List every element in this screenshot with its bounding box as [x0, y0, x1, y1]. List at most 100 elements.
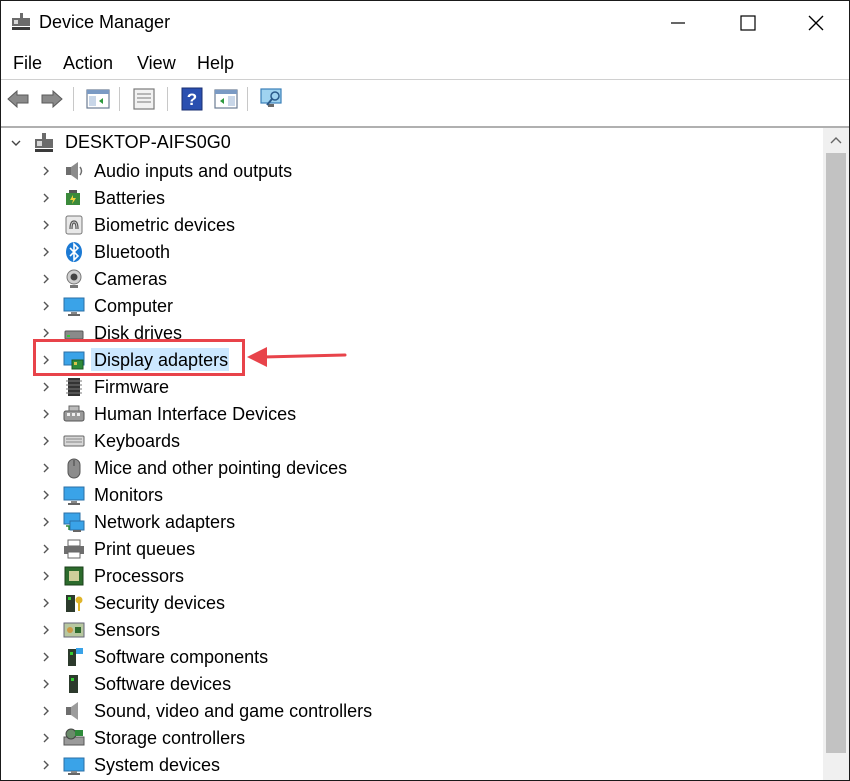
- action-pane-button[interactable]: [213, 86, 239, 112]
- show-hide-console-tree-button[interactable]: [85, 86, 111, 112]
- bluetooth-icon: [66, 242, 82, 262]
- tree-category-label[interactable]: Software devices: [94, 674, 231, 695]
- expand-chevron[interactable]: [39, 488, 53, 502]
- system-device-icon: [63, 757, 85, 775]
- tree-category-label[interactable]: Human Interface Devices: [94, 404, 296, 425]
- chevron-right-icon: [43, 382, 49, 392]
- expand-chevron[interactable]: [39, 596, 53, 610]
- close-button[interactable]: [781, 1, 849, 45]
- monitor-icon: [63, 486, 85, 505]
- tree-category-label[interactable]: Monitors: [94, 485, 163, 506]
- expand-chevron[interactable]: [39, 434, 53, 448]
- tree-category-label[interactable]: Audio inputs and outputs: [94, 161, 292, 182]
- window-title: Device Manager: [39, 12, 171, 32]
- chevron-right-icon: [43, 517, 49, 527]
- security-device-icon: [66, 595, 83, 612]
- toolbar-separator: [167, 87, 168, 111]
- scan-hardware-button[interactable]: [259, 86, 285, 112]
- action-pane-icon: [214, 89, 238, 109]
- expand-chevron[interactable]: [39, 164, 53, 178]
- mouse-icon: [67, 458, 81, 479]
- menu-action[interactable]: Action: [63, 53, 113, 74]
- menu-view[interactable]: View: [137, 53, 176, 74]
- tree-category-label[interactable]: Software components: [94, 647, 268, 668]
- expand-chevron[interactable]: [39, 650, 53, 664]
- computer-root-icon: [35, 133, 53, 152]
- minimize-button[interactable]: [643, 1, 713, 45]
- tree-category-label[interactable]: Storage controllers: [94, 728, 245, 749]
- keyboard-icon: [63, 435, 85, 447]
- forward-arrow-icon: [41, 89, 63, 109]
- expand-chevron[interactable]: [39, 515, 53, 529]
- expand-chevron[interactable]: [39, 704, 53, 718]
- chevron-right-icon: [43, 409, 49, 419]
- expand-chevron[interactable]: [39, 245, 53, 259]
- menu-file[interactable]: File: [13, 53, 42, 74]
- tree-category-label[interactable]: Cameras: [94, 269, 167, 290]
- computer-icon: [63, 297, 85, 316]
- expand-chevron[interactable]: [39, 731, 53, 745]
- svg-text:?: ?: [187, 90, 197, 109]
- scroll-up-button[interactable]: [823, 128, 849, 152]
- toolbar-separator: [73, 87, 74, 111]
- expand-chevron[interactable]: [39, 623, 53, 637]
- firmware-icon: [66, 378, 82, 396]
- expand-chevron[interactable]: [39, 677, 53, 691]
- chevron-right-icon: [43, 733, 49, 743]
- speaker-icon: [66, 162, 83, 180]
- expand-chevron[interactable]: [39, 326, 53, 340]
- tree-category-label[interactable]: System devices: [94, 755, 220, 776]
- expand-chevron[interactable]: [39, 542, 53, 556]
- menu-help[interactable]: Help: [197, 53, 234, 74]
- sound-controller-icon: [66, 702, 78, 720]
- chevron-right-icon: [43, 544, 49, 554]
- expand-chevron[interactable]: [39, 380, 53, 394]
- tree-category-label[interactable]: Sensors: [94, 620, 160, 641]
- tree-category-label[interactable]: Mice and other pointing devices: [94, 458, 347, 479]
- expand-chevron[interactable]: [39, 191, 53, 205]
- tree-category-label[interactable]: Biometric devices: [94, 215, 235, 236]
- chevron-right-icon: [43, 220, 49, 230]
- back-arrow-icon: [7, 89, 29, 109]
- tree-category-label[interactable]: Keyboards: [94, 431, 180, 452]
- scrollbar-thumb[interactable]: [826, 153, 846, 753]
- expand-chevron[interactable]: [39, 272, 53, 286]
- software-component-icon: [68, 648, 83, 666]
- expand-chevron[interactable]: [39, 758, 53, 772]
- scan-hardware-icon: [260, 88, 282, 107]
- tree-category-label[interactable]: Processors: [94, 566, 184, 587]
- back-button[interactable]: [5, 86, 31, 112]
- tree-category-label[interactable]: Bluetooth: [94, 242, 170, 263]
- help-button[interactable]: ?: [179, 86, 205, 112]
- chevron-right-icon: [43, 436, 49, 446]
- tree-root-label[interactable]: DESKTOP-AIFS0G0: [65, 132, 231, 153]
- expand-chevron[interactable]: [39, 218, 53, 232]
- tree-category-label[interactable]: Network adapters: [94, 512, 235, 533]
- network-adapter-icon: [63, 512, 85, 532]
- expand-chevron[interactable]: [39, 569, 53, 583]
- tree-category-label[interactable]: Batteries: [94, 188, 165, 209]
- sensor-icon: [63, 622, 85, 638]
- toolbar-separator: [119, 87, 120, 111]
- tree-category-label[interactable]: Firmware: [94, 377, 169, 398]
- tree-category-label[interactable]: Security devices: [94, 593, 225, 614]
- expand-chevron[interactable]: [39, 407, 53, 421]
- tree-category-label[interactable]: Print queues: [94, 539, 195, 560]
- root-collapse-chevron[interactable]: [9, 136, 23, 150]
- chevron-right-icon: [43, 193, 49, 203]
- help-icon: ?: [181, 87, 203, 111]
- chevron-right-icon: [43, 301, 49, 311]
- tree-category-label[interactable]: Sound, video and game controllers: [94, 701, 372, 722]
- chevron-right-icon: [43, 571, 49, 581]
- maximize-button[interactable]: [713, 1, 783, 45]
- hid-icon: [63, 405, 85, 422]
- tree-category-label[interactable]: Computer: [94, 296, 173, 317]
- expand-chevron[interactable]: [39, 461, 53, 475]
- fingerprint-icon: [65, 215, 83, 235]
- properties-button[interactable]: [131, 86, 157, 112]
- expand-chevron[interactable]: [39, 299, 53, 313]
- battery-icon: [66, 190, 80, 205]
- chevron-right-icon: [43, 598, 49, 608]
- forward-button[interactable]: [39, 86, 65, 112]
- chevron-down-icon: [11, 140, 21, 146]
